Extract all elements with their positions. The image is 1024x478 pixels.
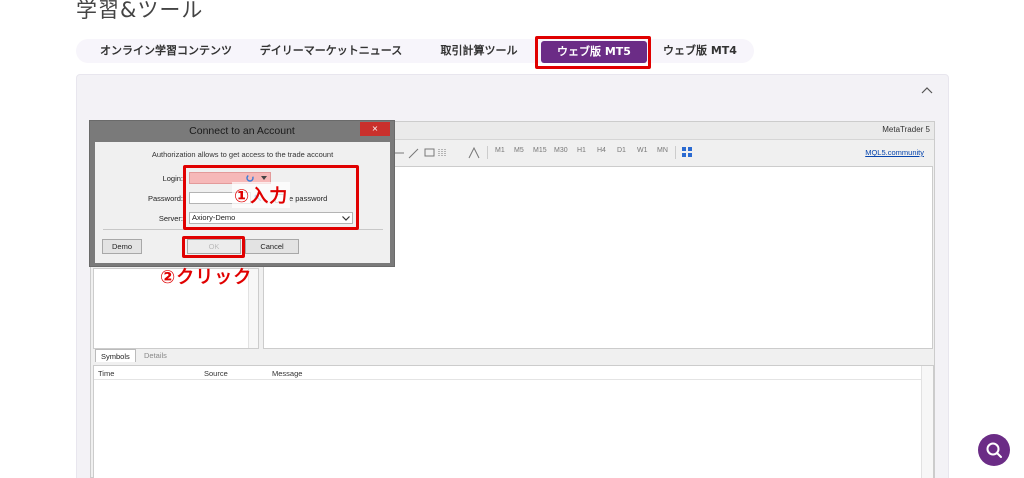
tf-d1[interactable]: D1 <box>617 147 626 154</box>
tab-details[interactable]: Details <box>139 349 172 362</box>
mql5-community-link[interactable]: MQL5.community <box>865 148 924 157</box>
column-message[interactable]: Message <box>272 369 302 378</box>
brand-label: MetaTrader 5 <box>882 125 930 134</box>
login-label: Login: <box>162 174 183 183</box>
tf-m1[interactable]: M1 <box>495 147 505 154</box>
tab-symbols[interactable]: Symbols <box>95 349 136 362</box>
tf-m30[interactable]: M30 <box>554 147 568 154</box>
tf-m15[interactable]: M15 <box>533 147 547 154</box>
toolbar-divider <box>675 146 676 159</box>
search-chat-icon <box>986 442 1002 458</box>
shapes-icon[interactable] <box>467 146 481 160</box>
tf-w1[interactable]: W1 <box>637 147 648 154</box>
password-label: Password: <box>147 194 183 203</box>
column-time[interactable]: Time <box>98 369 114 378</box>
tf-m5[interactable]: M5 <box>514 147 524 154</box>
tab-daily-market-news[interactable]: デイリーマーケットニュース <box>252 39 410 63</box>
chevron-up-icon[interactable] <box>921 85 933 97</box>
close-button[interactable]: × <box>360 122 390 136</box>
chart-toolbar: M1 M5 M15 M30 H1 H4 D1 W1 MN MQL5.commun… <box>391 144 934 162</box>
tab-online-learning[interactable]: オンライン学習コンテンツ <box>84 39 248 63</box>
tf-h1[interactable]: H1 <box>577 147 586 154</box>
log-header: Time Source Message <box>94 366 933 380</box>
log-scrollbar[interactable] <box>921 366 933 478</box>
demo-button[interactable]: Demo <box>102 239 142 254</box>
tab-trade-calculator[interactable]: 取引計算ツール <box>434 39 524 63</box>
column-source[interactable]: Source <box>204 369 228 378</box>
help-button[interactable] <box>978 434 1010 466</box>
page-title: 学習&ツール <box>76 0 204 22</box>
journal-log: Time Source Message <box>93 365 934 478</box>
toolbar-divider <box>487 146 488 159</box>
fullscreen-icon[interactable] <box>682 147 692 157</box>
cancel-button[interactable]: Cancel <box>245 239 299 254</box>
dialog-description: Authorization allows to get access to th… <box>151 150 334 159</box>
highlight-box-ok <box>182 236 245 258</box>
tf-mn[interactable]: MN <box>657 147 668 154</box>
annotation-step1: ①入力 <box>232 182 291 208</box>
screen: { "page": {"title": "学習&ツール"}, "tabs": [… <box>0 0 1024 478</box>
highlight-box-mt5-tab <box>535 36 651 69</box>
tf-h4[interactable]: H4 <box>597 147 606 154</box>
server-label: Server: <box>158 214 183 223</box>
tab-web-mt4[interactable]: ウェブ版 MT4 <box>658 39 742 63</box>
drawing-tools-icon[interactable] <box>393 146 453 160</box>
dialog-title: Connect to an Account <box>189 125 295 137</box>
tab-bar: オンライン学習コンテンツ デイリーマーケットニュース 取引計算ツール ウェブ版 … <box>76 39 754 63</box>
annotation-step2: ②クリック <box>160 267 253 288</box>
